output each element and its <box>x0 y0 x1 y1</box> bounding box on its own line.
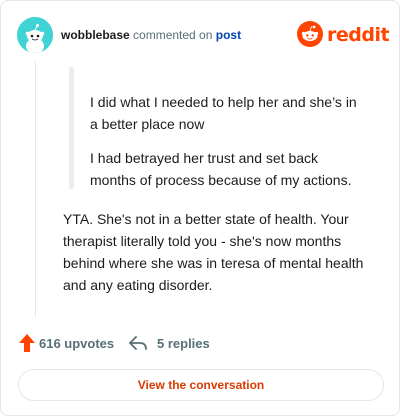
post-link[interactable]: post <box>216 28 241 42</box>
upvote-button[interactable]: 616 upvotes <box>19 333 114 353</box>
comment-meta: wobblebase commented on post <box>61 27 241 43</box>
brand-wordmark: reddit <box>327 24 390 46</box>
quote-paragraph: I did what I needed to help her and she’… <box>90 94 357 132</box>
quote-paragraph: I had betrayed her trust and set back mo… <box>90 150 352 188</box>
action-text: commented on <box>133 28 213 42</box>
comment-actions: 616 upvotes 5 replies <box>19 333 381 353</box>
view-conversation-button[interactable]: View the conversation <box>18 369 384 401</box>
quoted-text: I did what I needed to help her and she’… <box>69 67 369 189</box>
upvote-count: 616 upvotes <box>39 335 115 351</box>
reply-arrow-icon <box>129 336 147 350</box>
quote-bar <box>69 67 74 189</box>
view-conversation-label: View the conversation <box>137 378 265 392</box>
reddit-logo[interactable]: reddit <box>297 21 390 49</box>
snoo-avatar-icon[interactable] <box>17 17 53 53</box>
comment-card: wobblebase commented on post reddit I di… <box>0 0 400 416</box>
comment-body: YTA. She's not in a better state of heal… <box>63 211 364 293</box>
replies-button[interactable]: 5 replies <box>129 333 210 353</box>
replies-count: 5 replies <box>157 335 210 351</box>
reddit-logo-icon <box>297 21 323 47</box>
thread-line <box>35 61 36 317</box>
upvote-arrow-icon <box>19 334 35 352</box>
comment-header: wobblebase commented on post reddit <box>17 17 390 53</box>
username-link[interactable]: wobblebase <box>61 28 130 42</box>
